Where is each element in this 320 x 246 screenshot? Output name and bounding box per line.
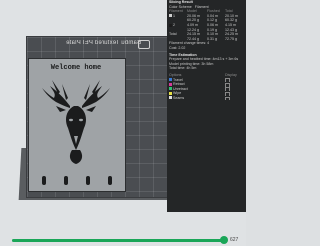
hook [42,176,46,185]
legend-color-swatch [169,96,172,100]
hook-row [36,176,116,186]
legend-label: Seams [169,96,184,101]
legend-color-swatch [169,82,172,86]
legend-color-swatch [169,78,172,82]
cost: Cost: 2.02 [169,45,186,50]
legend-item[interactable]: Seams [167,96,246,101]
time-line: Total time: 4h 5m [169,66,197,71]
plate-label: Bambu Textured PEI Plate [66,40,142,46]
legend-display-checkbox[interactable] [225,96,230,101]
filament-color-swatch [169,23,172,27]
sign-title: Welcome home [50,64,102,72]
layer-slider-value: 627 [230,237,239,243]
color-scheme-select[interactable]: Filament [195,5,209,9]
hook [86,176,90,185]
legend-color-swatch [169,91,172,95]
color-scheme-label: Color Scheme [169,4,192,9]
layer-slider-handle[interactable] [219,236,228,244]
deer-head-graphic [42,80,110,164]
hook [108,176,112,185]
legend-color-swatch [169,87,172,91]
plate-settings-icon[interactable] [138,40,150,49]
layer-slider-fill [12,239,224,242]
filament-color-swatch [169,14,172,18]
hook [64,176,68,185]
slicing-result-panel: Slicing Result Color Scheme Filament Fil… [167,0,246,212]
